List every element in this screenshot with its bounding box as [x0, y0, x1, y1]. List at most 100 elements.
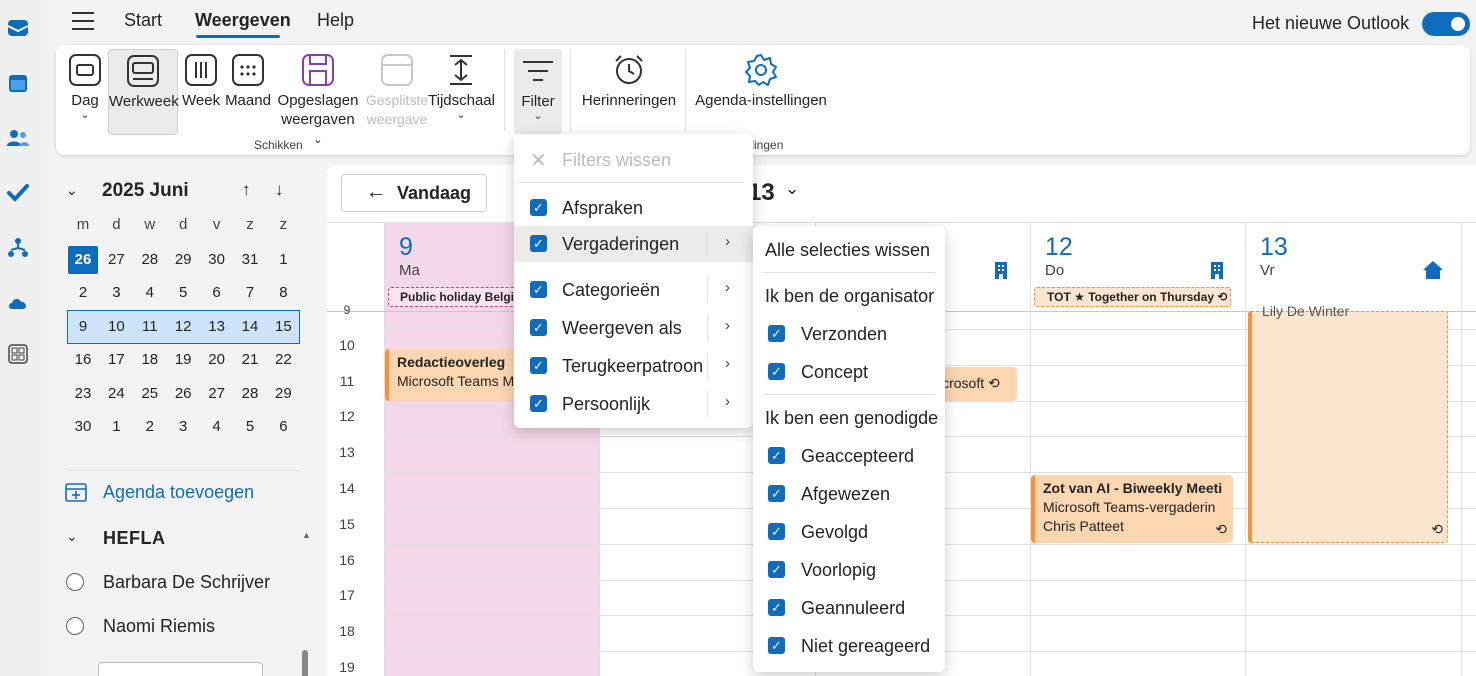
- checkbox-checked-icon[interactable]: ✓: [768, 325, 785, 342]
- filter-button[interactable]: Filter ⌄: [514, 49, 562, 135]
- calendar-icon[interactable]: [6, 71, 30, 95]
- mini-calendar-day[interactable]: 31: [235, 246, 265, 274]
- chevron-right-icon[interactable]: ›: [725, 279, 730, 296]
- submenu-item[interactable]: ✓ Niet gereageerd: [753, 628, 945, 664]
- agenda-instellingen-button[interactable]: Agenda-instellingen: [694, 49, 828, 135]
- mini-calendar-day[interactable]: 2: [68, 279, 98, 307]
- submenu-item[interactable]: ✓ Geannuleerd: [753, 590, 945, 626]
- arrow-down-icon[interactable]: ↓: [275, 180, 284, 200]
- chevron-right-icon[interactable]: ›: [725, 355, 730, 372]
- submenu-item[interactable]: ✓ Concept: [753, 354, 945, 390]
- checkbox-checked-icon[interactable]: ✓: [768, 599, 785, 616]
- day-number[interactable]: 12: [1045, 233, 1073, 262]
- checkbox-checked-icon[interactable]: ✓: [530, 395, 547, 412]
- chevron-right-icon[interactable]: ›: [725, 233, 730, 250]
- checkbox-checked-icon[interactable]: ✓: [530, 235, 547, 252]
- mini-calendar-day[interactable]: 18: [135, 346, 165, 374]
- filter-item[interactable]: ✓ Afspraken: [514, 190, 753, 226]
- calendar-radio[interactable]: [66, 617, 84, 635]
- clear-all-selections[interactable]: Alle selecties wissen: [765, 240, 930, 261]
- mini-calendar-day[interactable]: 28: [135, 246, 165, 274]
- checkbox-checked-icon[interactable]: ✓: [530, 199, 547, 216]
- mini-calendar-day[interactable]: 5: [168, 279, 198, 307]
- checkbox-checked-icon[interactable]: ✓: [530, 281, 547, 298]
- mini-calendar-day[interactable]: 26: [68, 246, 98, 274]
- add-calendar-link[interactable]: Agenda toevoegen: [103, 482, 254, 503]
- mini-calendar-title[interactable]: 2025 Juni: [102, 180, 189, 202]
- mini-calendar-day[interactable]: 25: [135, 380, 165, 408]
- opgeslagen-weergaven-button[interactable]: Opgeslagen weergaven ⌄: [276, 49, 360, 146]
- checkbox-checked-icon[interactable]: ✓: [530, 357, 547, 374]
- mini-calendar-day[interactable]: 29: [268, 380, 298, 408]
- mini-calendar-day[interactable]: 7: [235, 279, 265, 307]
- mini-calendar-day[interactable]: 24: [101, 380, 131, 408]
- mini-calendar-day[interactable]: 27: [202, 380, 232, 408]
- mini-calendar-day[interactable]: 17: [101, 346, 131, 374]
- tab-start[interactable]: Start: [124, 10, 162, 31]
- mini-calendar-day[interactable]: 20: [202, 346, 232, 374]
- collapse-chevron-icon[interactable]: ⌄: [66, 182, 78, 199]
- mini-calendar-day[interactable]: 1: [268, 246, 298, 274]
- filter-item[interactable]: ✓ Persoonlijk ›: [514, 386, 753, 422]
- event-lily-de-winter[interactable]: Lily De Winter ⟲: [1248, 303, 1448, 543]
- checkbox-checked-icon[interactable]: ✓: [768, 447, 785, 464]
- chevron-right-icon[interactable]: ›: [725, 393, 730, 410]
- day-number[interactable]: 13: [1260, 233, 1288, 262]
- filter-item[interactable]: ✓ Vergaderingen ›: [514, 226, 753, 262]
- mini-calendar-day[interactable]: 26: [168, 380, 198, 408]
- partial-input[interactable]: [98, 662, 263, 676]
- mail-icon[interactable]: [6, 16, 30, 40]
- checkbox-checked-icon[interactable]: ✓: [768, 363, 785, 380]
- mini-calendar-day[interactable]: 4: [135, 279, 165, 307]
- filter-item[interactable]: ✓ Categorieën ›: [514, 272, 753, 308]
- calendar-person[interactable]: Naomi Riemis: [103, 616, 215, 637]
- apps-icon[interactable]: [6, 342, 30, 366]
- mini-calendar-day[interactable]: 3: [101, 279, 131, 307]
- chevron-down-icon[interactable]: ⌄: [785, 179, 799, 199]
- mini-calendar-day[interactable]: 22: [268, 346, 298, 374]
- filter-item[interactable]: ✓ Weergeven als ›: [514, 310, 753, 346]
- sidebar-scrollbar[interactable]: [302, 650, 308, 676]
- mini-calendar-day[interactable]: 11: [135, 313, 165, 341]
- mini-calendar-day[interactable]: 10: [101, 313, 131, 341]
- mini-calendar-day[interactable]: 23: [68, 380, 98, 408]
- org-icon[interactable]: [6, 236, 30, 260]
- mini-calendar-day[interactable]: 6: [202, 279, 232, 307]
- mini-calendar-day[interactable]: 13: [202, 313, 232, 341]
- submenu-item[interactable]: ✓ Verzonden: [753, 316, 945, 352]
- calendar-radio[interactable]: [66, 573, 84, 591]
- mini-calendar-day[interactable]: 21: [235, 346, 265, 374]
- mini-calendar-day[interactable]: 29: [168, 246, 198, 274]
- mini-calendar-day[interactable]: 28: [235, 380, 265, 408]
- hamburger-icon[interactable]: [72, 12, 94, 30]
- calendar-group-heading[interactable]: HEFLA: [103, 528, 166, 549]
- onedrive-icon[interactable]: [6, 291, 30, 315]
- mini-calendar-day[interactable]: 30: [68, 413, 98, 441]
- checkbox-checked-icon[interactable]: ✓: [768, 523, 785, 540]
- mini-calendar-day[interactable]: 9: [68, 313, 98, 341]
- checkbox-checked-icon[interactable]: ✓: [768, 637, 785, 654]
- mini-calendar-day[interactable]: 15: [268, 313, 298, 341]
- tab-weergeven[interactable]: Weergeven: [195, 10, 291, 31]
- new-outlook-toggle[interactable]: [1422, 12, 1470, 36]
- week-button[interactable]: Week: [182, 49, 220, 135]
- event-zot-van-ai[interactable]: Zot van AI - Biweekly Meeti Microsoft Te…: [1031, 475, 1233, 543]
- people-icon[interactable]: [6, 126, 30, 150]
- submenu-item[interactable]: ✓ Voorlopig: [753, 552, 945, 588]
- werkweek-button[interactable]: Werkweek: [108, 49, 179, 135]
- filter-item[interactable]: ✓ Terugkeerpatroon ›: [514, 348, 753, 384]
- day-number[interactable]: 9: [399, 233, 413, 262]
- dag-button[interactable]: Dag ⌄: [60, 49, 110, 135]
- scroll-up-icon[interactable]: ▲: [302, 530, 311, 540]
- mini-calendar-day[interactable]: 14: [235, 313, 265, 341]
- calendar-person[interactable]: Barbara De Schrijver: [103, 572, 270, 593]
- mini-calendar-day[interactable]: 27: [101, 246, 131, 274]
- herinneringen-button[interactable]: Herinneringen: [580, 49, 678, 135]
- chevron-right-icon[interactable]: ›: [725, 317, 730, 334]
- mini-calendar-day[interactable]: 16: [68, 346, 98, 374]
- submenu-item[interactable]: ✓ Afgewezen: [753, 476, 945, 512]
- maand-button[interactable]: Maand: [224, 49, 272, 135]
- mini-calendar-day[interactable]: 1: [101, 413, 131, 441]
- checkbox-checked-icon[interactable]: ✓: [768, 485, 785, 502]
- todo-icon[interactable]: [6, 181, 30, 205]
